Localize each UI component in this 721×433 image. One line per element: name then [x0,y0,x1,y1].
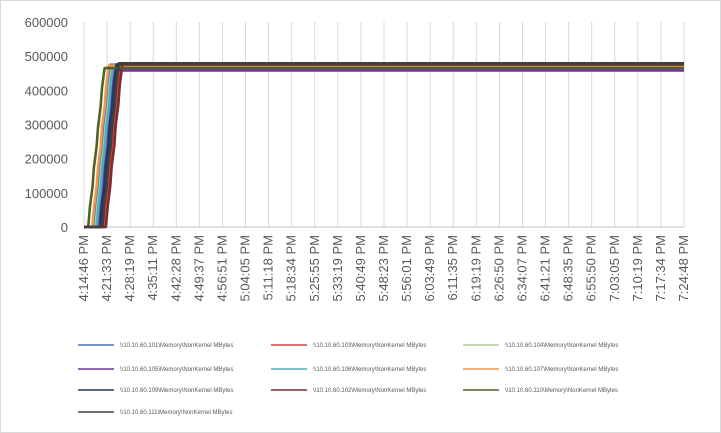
x-tick-label: 4:14:46 PM [76,235,91,302]
y-tick-label: 400000 [25,83,68,98]
x-tick-label: 6:48:35 PM [561,235,576,302]
y-tick-label: 500000 [25,49,68,64]
x-tick-label: 6:41:21 PM [538,235,553,302]
x-tick-label: 5:40:49 PM [353,235,368,302]
x-tick-label: 4:35:11 PM [145,235,160,301]
legend-entry: \\10.10.60.104\Memory\NonKernel MBytes [505,343,618,349]
x-tick-label: 7:24:48 PM [676,235,691,302]
x-tick-label: 5:33:19 PM [330,235,345,302]
x-tick-label: 4:21:33 PM [99,235,114,302]
legend-entry: \\10.10.60.102\Memory\NonKernel MBytes [313,388,426,394]
x-tick-label: 6:26:50 PM [491,235,506,302]
x-tick-label: 7:03:05 PM [607,235,622,302]
x-tick-label: 7:10:19 PM [630,235,645,302]
x-tick-label: 4:49:37 PM [191,235,206,302]
x-tick-label: 6:55:50 PM [584,235,599,302]
y-tick-label: 600000 [25,15,68,30]
x-tick-label: 6:19:19 PM [468,235,483,302]
legend-entry: \\10.10.60.110\Memory\NonKernel MBytes [505,388,618,394]
x-tick-label: 5:11:18 PM [261,235,276,301]
legend-entry: \\10.10.60.111\Memory\NonKernel MBytes [120,410,233,416]
x-tick-label: 6:03:49 PM [422,235,437,302]
x-tick-label: 5:56:01 PM [399,235,414,302]
x-tick-label: 4:28:19 PM [122,235,137,302]
y-tick-label: 300000 [25,118,68,133]
legend-entry: \\10.10.60.105\Memory\NonKernel MBytes [120,367,233,373]
legend-entry: \\10.10.60.107\Memory\NonKernel MBytes [505,367,618,373]
x-tick-label: 5:48:23 PM [376,235,391,302]
legend-entry: \\10.10.60.109\Memory\NonKernel MBytes [120,388,233,394]
x-tick-label: 6:11:35 PM [445,235,460,301]
y-tick-label: 200000 [25,152,68,167]
x-tick-label: 5:25:55 PM [307,235,322,302]
x-tick-label: 5:04:05 PM [238,235,253,302]
line-chart: 0 100000 200000 300000 400000 500000 600000 4:1… [25,15,691,416]
x-tick-label: 6:34:07 PM [514,235,529,302]
y-tick-label: 100000 [25,186,68,201]
x-tick-label: 7:17:34 PM [653,235,668,302]
legend-entry: \\10.10.60.106\Memory\NonKernel MBytes [313,367,426,373]
x-tick-label: 4:56:51 PM [214,235,229,301]
y-tick-label: 0 [61,220,68,235]
legend-entry: \\10.10.60.101\Memory\NonKernel MBytes [120,343,233,349]
x-tick-label: 5:18:34 PM [284,235,299,302]
x-tick-label: 4:42:28 PM [168,235,183,302]
legend-entry: \\10.10.60.103\Memory\NonKernel MBytes [313,343,426,349]
